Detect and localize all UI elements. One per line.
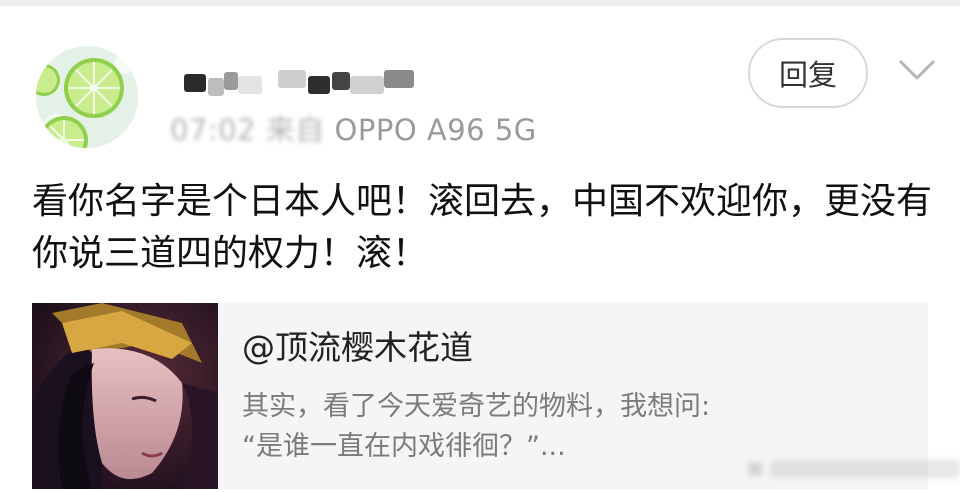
reply-button[interactable]: 回复	[748, 38, 868, 108]
comment-text: 看你名字是个日本人吧！滚回去，中国不欢迎你，更没有你说三道四的权力！滚！	[32, 181, 933, 274]
user-avatar[interactable]	[36, 46, 138, 148]
quoted-post-thumbnail	[32, 303, 218, 489]
chevron-down-icon[interactable]	[898, 56, 936, 84]
quoted-post-line-1: 其实，看了今天爱奇艺的物料，我想问:	[242, 391, 711, 422]
username-redacted	[178, 62, 418, 104]
lime-avatar-image	[36, 46, 138, 148]
quoted-post-author[interactable]: @顶流樱木花道	[242, 325, 473, 371]
watermark-graphic	[748, 460, 960, 478]
post-location: 来自	[265, 113, 325, 147]
post-meta: 07:02 来自 OPPO A96 5G	[170, 110, 537, 150]
top-divider	[0, 0, 960, 6]
post-time: 07:02	[170, 113, 257, 147]
post-device: OPPO A96 5G	[334, 113, 537, 147]
